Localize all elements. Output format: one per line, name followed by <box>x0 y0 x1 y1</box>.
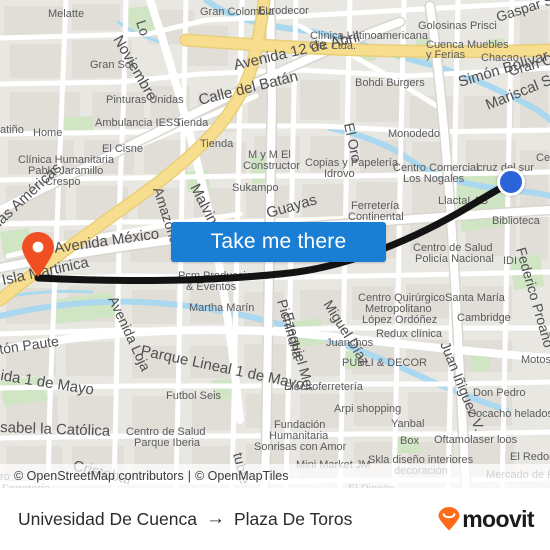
map-label: Box <box>400 435 419 447</box>
map-label: Cambridge <box>457 312 511 324</box>
map-label: El Redond <box>510 451 550 463</box>
map-label: Home <box>33 127 62 139</box>
origin-marker-pin[interactable]: Univesidad De Cuenca <box>21 232 55 278</box>
map-label: Arpi shopping <box>334 403 401 415</box>
trip-origin-label: Univesidad De Cuenca <box>18 508 197 529</box>
map-label: Electroferretería <box>284 381 364 393</box>
map-label: Tienda <box>175 117 209 129</box>
map-label: Parque Iberia <box>134 437 201 449</box>
destination-dot-shape <box>497 168 525 196</box>
trip-destination-label: Plaza De Toros <box>234 508 353 529</box>
map-label: Melatte <box>48 8 84 20</box>
map-label: & Eventos <box>186 281 237 293</box>
map-label: Tienda <box>200 138 234 150</box>
moovit-map-screen: Melatte Gran Colombia Eurodecor Golosinas P… <box>0 0 550 550</box>
map-label: Ambulancia IESS <box>95 117 181 129</box>
map-label: PUBLI & DECOR <box>342 357 427 369</box>
map-attribution: © OpenStreetMap contributors | © OpenMap… <box>0 464 550 488</box>
arrow-right-icon: → <box>206 508 225 529</box>
map-label: Oftamolaser loos <box>434 434 518 446</box>
map-label: López Ordóñez <box>362 314 437 326</box>
map-pin-icon <box>22 232 54 277</box>
footer-bar: Univesidad De Cuenca → Plaza De Toros mo… <box>0 488 550 550</box>
map-label: Yanbal <box>391 418 424 430</box>
map-label: Sonrisas con Amor <box>254 441 347 453</box>
map-label: Gran Sol <box>90 59 133 71</box>
map-label: Martha Marín <box>189 302 254 314</box>
openstreetmap-attribution-link[interactable]: © OpenStreetMap contributors <box>14 469 184 483</box>
map-label: Biblioteca <box>492 215 541 227</box>
map-label: Idrovo <box>324 168 355 180</box>
map-label: Monodedo <box>388 128 440 140</box>
trip-summary: Univesidad De Cuenca → Plaza De Toros <box>18 508 352 530</box>
map-label: Golosinas Prisci <box>418 20 497 32</box>
moovit-logo[interactable]: moovit <box>438 505 535 533</box>
map-viewport[interactable]: Melatte Gran Colombia Eurodecor Golosinas P… <box>0 0 550 488</box>
map-label: Policía Nacional <box>415 253 494 265</box>
map-label: Don Pedro <box>473 387 526 399</box>
map-label: atiño <box>0 124 24 136</box>
map-label: Redux clínica <box>376 328 443 340</box>
map-label: y Ferias <box>426 49 466 61</box>
map-label: Juanchos <box>326 337 374 349</box>
destination-marker-dot[interactable]: Plaza De Toros <box>497 168 525 196</box>
map-label: Futbol Seis <box>166 390 222 402</box>
openmaptiles-attribution-link[interactable]: © OpenMapTiles <box>195 469 289 483</box>
map-label: Motos <box>521 354 550 366</box>
map-label: Eurodecor <box>258 5 309 17</box>
map-label: Santa María <box>445 292 506 304</box>
map-label: Constructor <box>243 160 300 172</box>
map-label: Los Nogales <box>403 173 465 185</box>
map-label: Celu <box>536 152 550 164</box>
attribution-separator: | <box>187 469 191 483</box>
map-label: Bohdi Burgers <box>355 77 425 89</box>
take-me-there-button[interactable]: Take me there <box>171 222 386 262</box>
map-label: Cocacho helados <box>468 408 550 420</box>
map-label: IDI <box>503 255 517 267</box>
map-label: LlactaLAB <box>438 195 488 207</box>
map-label: Sukampo <box>232 182 278 194</box>
moovit-wordmark: moovit <box>462 505 534 532</box>
moovit-pin-icon <box>438 507 460 531</box>
map-label: Pinturas Unidas <box>106 94 184 106</box>
